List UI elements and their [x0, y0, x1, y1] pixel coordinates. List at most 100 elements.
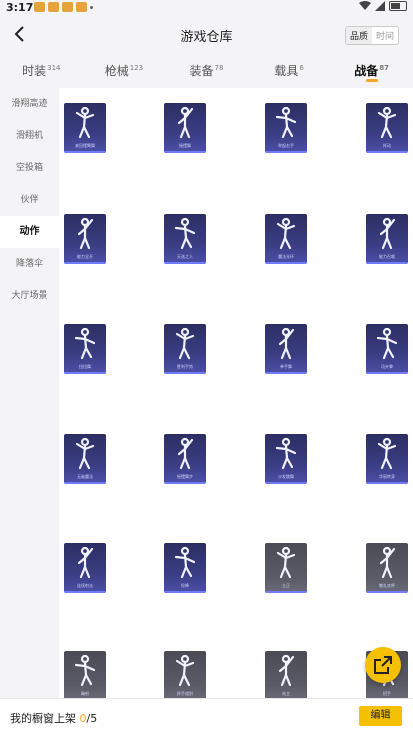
status-bar: 3:17 [0, 0, 413, 16]
dancer-figure-icon [377, 437, 397, 470]
rarity-bar [164, 482, 206, 484]
rarity-bar [64, 482, 106, 484]
rarity-bar [64, 372, 106, 374]
item-grid: 来回摆臂舞 摇摆舞 举起右手 挥动能力全开 天选之人 魔法光环 能力召唤扭扭舞 胜利手势 单手舞… [59, 88, 413, 698]
emote-card[interactable]: 举起右手 [265, 103, 307, 153]
sidebar: 滑翔高迹 滑翔机 空投箱 伙伴 动作 降落伞 大厅场景 [0, 88, 59, 698]
rarity-bar [64, 262, 106, 264]
dancer-figure-icon [175, 327, 195, 360]
sort-toggle[interactable]: 品质 时间 [344, 26, 399, 45]
emote-card[interactable]: 摇摆舞步 [164, 434, 206, 484]
dancer-figure-icon [376, 327, 398, 360]
emote-card[interactable]: 摇摆舞 [164, 103, 206, 153]
app-notification-icon [62, 2, 73, 12]
dancer-figure-icon [75, 437, 95, 470]
emote-card-label: 举起右手 [278, 143, 294, 148]
rarity-bar [366, 372, 408, 374]
emote-card-label: 敬礼欢呼 [379, 583, 395, 588]
sidebar-item-partner[interactable]: 伙伴 [0, 184, 59, 216]
tab-battle-gear[interactable]: 战备87 [330, 56, 413, 84]
app-notification-icon [34, 2, 45, 12]
sidebar-item-lobby-scene[interactable]: 大厅场景 [0, 280, 59, 312]
rarity-bar [164, 151, 206, 153]
showcase-count: 0 [79, 712, 87, 725]
dancer-figure-icon [74, 327, 96, 360]
emote-card-label: 摇摆舞 [179, 143, 191, 148]
rarity-bar [64, 151, 106, 153]
emote-card-label: 投降 [181, 583, 189, 588]
rarity-bar [265, 482, 307, 484]
app-notification-icon [76, 2, 87, 12]
emote-card[interactable]: 投降 [164, 543, 206, 593]
dancer-figure-icon [275, 106, 297, 139]
share-button[interactable] [365, 647, 401, 683]
emote-card[interactable]: 魔法光环 [265, 214, 307, 264]
emote-card[interactable]: 能力全开 [64, 214, 106, 264]
emote-card[interactable]: 连续射击 [64, 543, 106, 593]
emote-card[interactable]: 扭扭舞 [64, 324, 106, 374]
dancer-figure-icon [276, 546, 296, 579]
emote-card[interactable]: 沙发跳舞 [265, 434, 307, 484]
sort-quality-option[interactable]: 品质 [345, 27, 372, 44]
emote-card-label: 天选之人 [177, 254, 193, 259]
tab-equipment[interactable]: 装备78 [165, 56, 248, 84]
emote-card[interactable]: 能力召唤 [366, 214, 408, 264]
emote-card[interactable]: 立正 [265, 543, 307, 593]
rarity-bar [64, 591, 106, 593]
emote-card[interactable]: 来回摆臂舞 [64, 103, 106, 153]
rarity-bar [265, 372, 307, 374]
emote-card[interactable]: 天选之人 [164, 214, 206, 264]
emote-card-label: 摇摆舞步 [177, 474, 193, 479]
dancer-figure-icon [174, 217, 196, 250]
app-notification-icon [48, 2, 59, 12]
sidebar-item-glider[interactable]: 滑翔机 [0, 120, 59, 152]
emote-card-label: 功夫拳 [381, 364, 393, 369]
tab-guns[interactable]: 枪械123 [83, 56, 166, 84]
sort-time-option[interactable]: 时间 [372, 27, 398, 44]
emote-card[interactable]: 挥手道别 [164, 651, 206, 698]
rarity-bar [164, 372, 206, 374]
rarity-bar [164, 262, 206, 264]
edit-button[interactable]: 编辑 [359, 706, 402, 726]
rarity-bar [366, 482, 408, 484]
emote-card[interactable]: 挥动 [366, 103, 408, 153]
emote-card-label: 招手 [383, 691, 391, 696]
showcase-max: /5 [86, 712, 98, 725]
emote-card[interactable]: 无敌魔法 [64, 434, 106, 484]
dancer-figure-icon [77, 546, 94, 579]
more-dot-icon [90, 6, 93, 9]
signal-icon [375, 1, 385, 11]
showcase-label: 我的橱窗上架 [10, 712, 80, 725]
sidebar-item-glide-trail[interactable]: 滑翔高迹 [0, 88, 59, 120]
emote-card[interactable]: 站立 [265, 651, 307, 698]
emote-card[interactable]: 华丽转身 [366, 434, 408, 484]
tab-outfit[interactable]: 时装314 [0, 56, 83, 84]
dancer-figure-icon [379, 546, 396, 579]
emote-card-label: 能力全开 [77, 254, 93, 259]
dancer-figure-icon [275, 437, 297, 470]
emote-card-label: 立正 [282, 583, 290, 588]
sidebar-item-parachute[interactable]: 降落伞 [0, 248, 59, 280]
emote-card-label: 鞠躬 [81, 691, 89, 696]
sidebar-item-airdrop[interactable]: 空投箱 [0, 152, 59, 184]
rarity-bar [366, 151, 408, 153]
dancer-figure-icon [175, 654, 195, 687]
wifi-icon [359, 1, 371, 10]
rarity-bar [265, 151, 307, 153]
emote-card[interactable]: 鞠躬 [64, 651, 106, 698]
emote-card-label: 挥动 [383, 143, 391, 148]
emote-card-label: 扭扭舞 [79, 364, 91, 369]
emote-card-label: 能力召唤 [379, 254, 395, 259]
emote-card[interactable]: 胜利手势 [164, 324, 206, 374]
emote-card[interactable]: 敬礼欢呼 [366, 543, 408, 593]
emote-card[interactable]: 单手舞 [265, 324, 307, 374]
tab-vehicles[interactable]: 载具6 [248, 56, 331, 84]
dancer-figure-icon [75, 106, 95, 139]
emote-card-label: 单手舞 [280, 364, 292, 369]
rarity-bar [366, 262, 408, 264]
rarity-bar [265, 591, 307, 593]
header: 游戏仓库 品质 时间 [0, 20, 413, 50]
emote-card[interactable]: 功夫拳 [366, 324, 408, 374]
dancer-figure-icon [74, 654, 96, 687]
sidebar-item-emotes[interactable]: 动作 [0, 216, 59, 248]
